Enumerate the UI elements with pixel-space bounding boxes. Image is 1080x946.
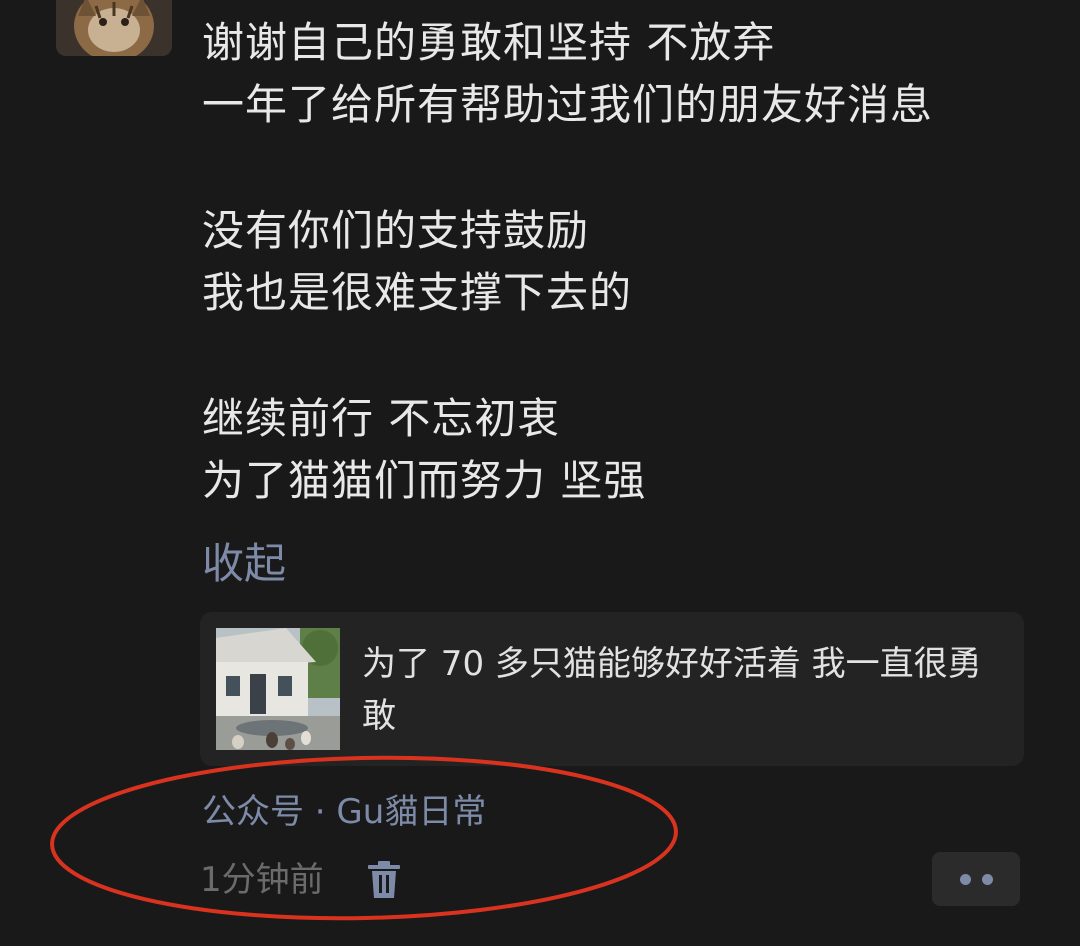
shared-article-card[interactable]: 为了 70 多只猫能够好好活着 我一直很勇敢 (200, 612, 1024, 766)
collapse-link[interactable]: 收起 (202, 534, 286, 594)
post-line: 为了猫猫们而努力 坚强 (202, 456, 647, 505)
post-line: 继续前行 不忘初衷 (202, 394, 561, 443)
article-thumbnail (216, 628, 340, 750)
trash-icon[interactable] (366, 860, 402, 900)
post-line: 一年了给所有帮助过我们的朋友好消息 (202, 80, 934, 129)
cat-avatar-image (56, 0, 172, 56)
moments-post: 谢谢自己的勇敢和坚持 不放弃 一年了给所有帮助过我们的朋友好消息 没有你们的支持… (0, 0, 1080, 946)
post-line: 我也是很难支撑下去的 (202, 268, 633, 317)
post-line: 谢谢自己的勇敢和坚持 不放弃 (202, 18, 776, 67)
more-button[interactable] (932, 852, 1020, 906)
more-dots-icon (960, 874, 971, 885)
red-annotation-ellipse (50, 755, 678, 921)
article-title: 为了 70 多只猫能够好好活着 我一直很勇敢 (362, 644, 982, 736)
post-timestamp: 1分钟前 (200, 860, 324, 900)
source-account-link[interactable]: 公众号 · Gu貓日常 (202, 790, 486, 834)
post-text: 谢谢自己的勇敢和坚持 不放弃 一年了给所有帮助过我们的朋友好消息 没有你们的支持… (202, 12, 1062, 512)
avatar[interactable] (56, 0, 172, 56)
post-line: 没有你们的支持鼓励 (202, 206, 590, 255)
more-dots-icon (982, 874, 993, 885)
